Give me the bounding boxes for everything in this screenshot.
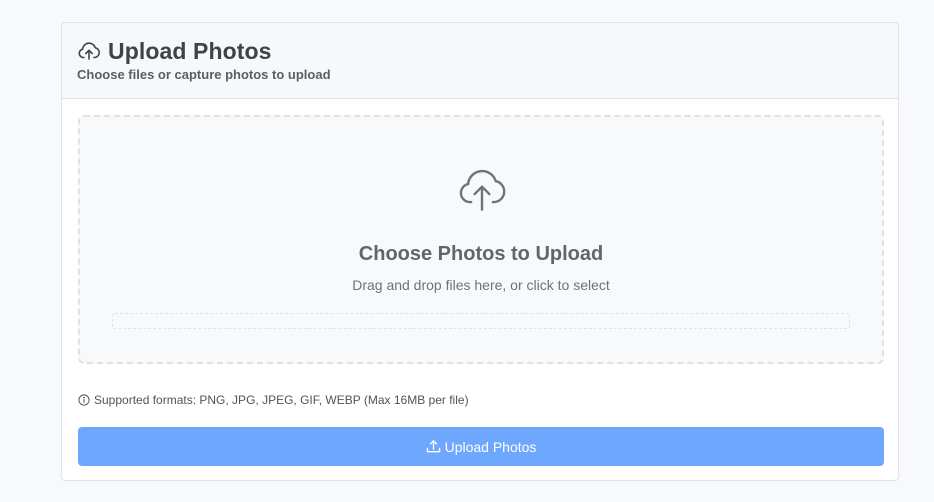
cloud-upload-icon	[459, 169, 506, 211]
upload-icon	[426, 440, 440, 453]
card-header: Upload Photos Choose files or capture ph…	[62, 23, 898, 99]
page-title: Upload Photos	[108, 37, 272, 64]
info-circle-icon	[78, 394, 90, 406]
title-row: Upload Photos	[77, 37, 898, 65]
supported-formats-text: Supported formats: PNG, JPG, JPEG, GIF, …	[94, 393, 469, 407]
upload-button-label: Upload Photos	[444, 438, 537, 455]
cloud-upload-icon	[78, 42, 101, 60]
dropzone[interactable]: Choose Photos to Upload Drag and drop fi…	[78, 115, 884, 364]
upload-card: Upload Photos Choose files or capture ph…	[61, 22, 899, 481]
file-input[interactable]	[112, 313, 850, 329]
upload-button[interactable]: Upload Photos	[78, 427, 884, 466]
dropzone-subtitle: Drag and drop files here, or click to se…	[352, 277, 610, 293]
page-subtitle: Choose files or capture photos to upload	[77, 67, 331, 82]
dropzone-title: Choose Photos to Upload	[358, 243, 604, 265]
supported-formats: Supported formats: PNG, JPG, JPEG, GIF, …	[78, 393, 469, 407]
